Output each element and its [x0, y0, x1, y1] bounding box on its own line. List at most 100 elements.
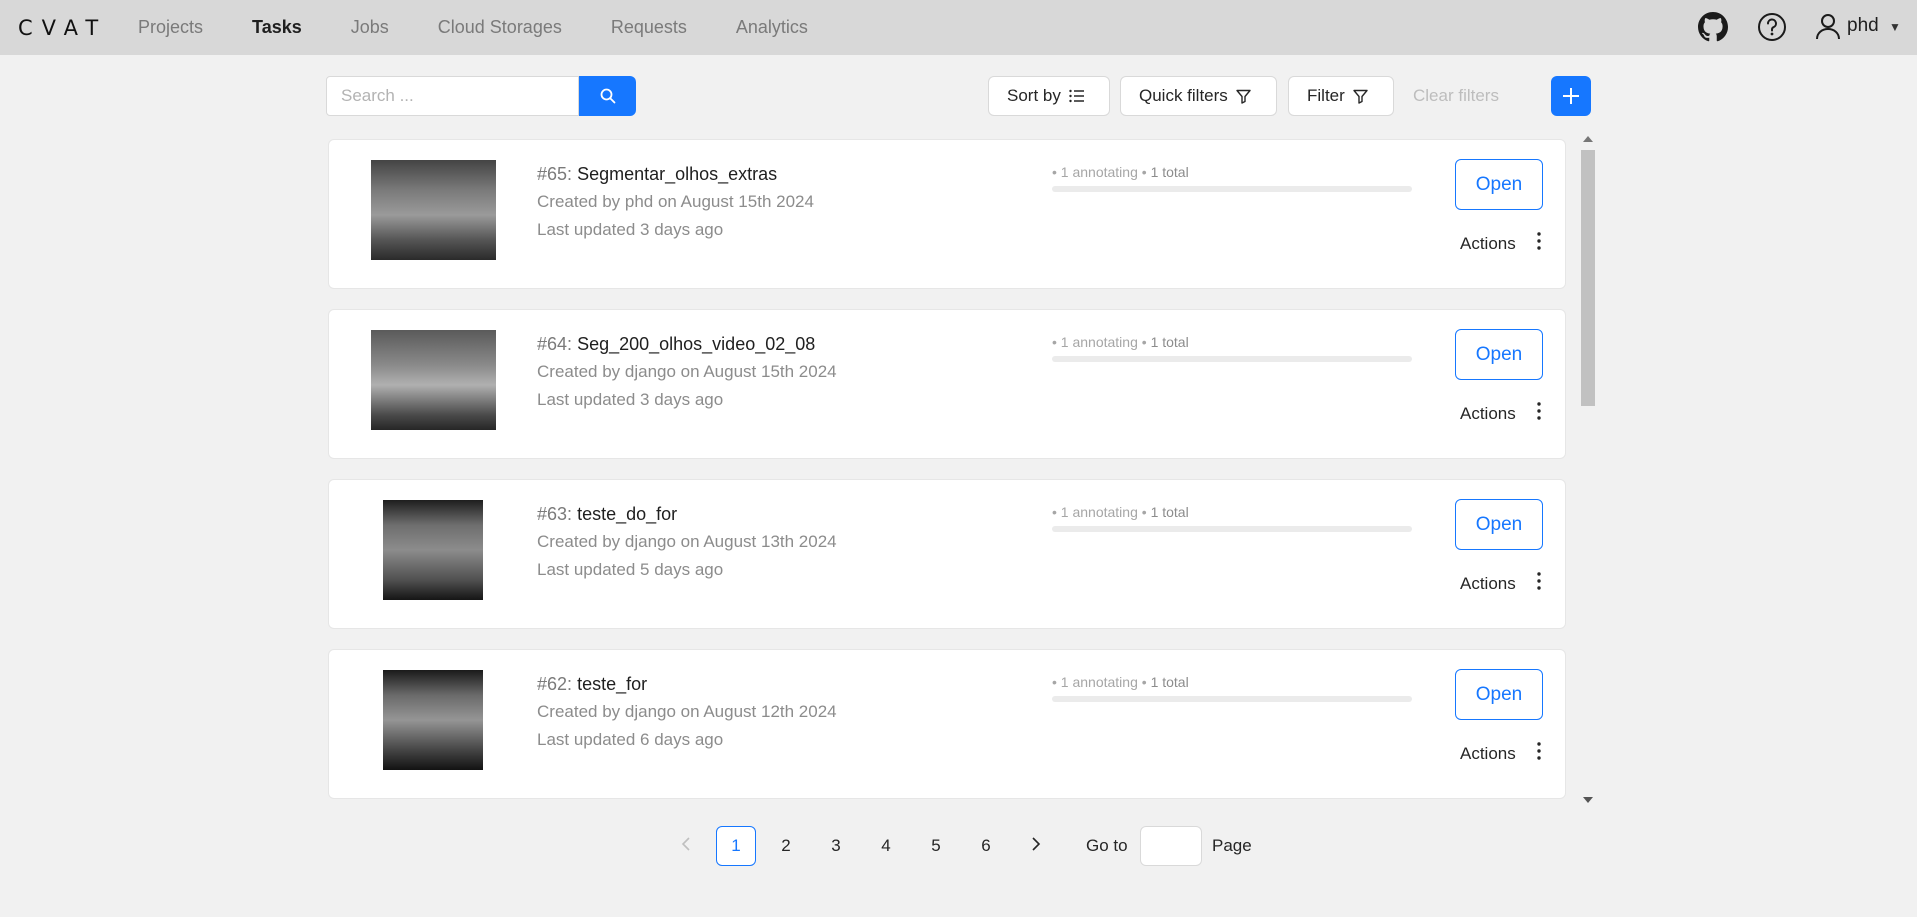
quick-filters-button[interactable]: Quick filters: [1120, 76, 1277, 116]
status-total: 1 total: [1150, 164, 1189, 180]
task-progress-bar: [1052, 526, 1412, 532]
task-card: #65: Segmentar_olhos_extras Created by p…: [328, 139, 1566, 289]
user-name[interactable]: phd: [1847, 15, 1879, 37]
github-icon[interactable]: [1698, 12, 1728, 42]
task-card: #64: Seg_200_olhos_video_02_08 Created b…: [328, 309, 1566, 459]
pagination-prev-icon[interactable]: [676, 832, 696, 856]
task-created: Created by django on August 13th 2024: [537, 532, 837, 551]
pagination-page-6[interactable]: 6: [966, 826, 1006, 866]
open-task-button[interactable]: Open: [1455, 669, 1543, 720]
task-name: teste_do_for: [577, 504, 678, 524]
task-card: #63: teste_do_for Created by django on A…: [328, 479, 1566, 629]
create-task-button[interactable]: [1551, 76, 1591, 116]
task-name: Seg_200_olhos_video_02_08: [577, 334, 816, 354]
status-annotating: 1 annotating: [1060, 334, 1138, 350]
user-icon[interactable]: [1814, 12, 1842, 42]
goto-label: Go to: [1086, 836, 1128, 855]
scrollbar-thumb[interactable]: [1581, 150, 1595, 406]
goto-page-input[interactable]: [1140, 826, 1202, 866]
task-id: #64: [537, 334, 568, 354]
sort-list-icon: [1069, 89, 1084, 103]
pagination-page-4[interactable]: 4: [866, 826, 906, 866]
task-updated: Last updated 3 days ago: [537, 390, 724, 409]
status-total: 1 total: [1150, 674, 1189, 690]
task-status: • 1 annotating • 1 total: [1052, 504, 1189, 520]
pagination-page-5[interactable]: 5: [916, 826, 956, 866]
task-title[interactable]: #62: teste_for: [537, 674, 647, 695]
task-list: #65: Segmentar_olhos_extras Created by p…: [326, 139, 1567, 799]
pagination-page-3[interactable]: 3: [816, 826, 856, 866]
filter-icon: [1236, 89, 1251, 104]
actions-button[interactable]: Actions: [1460, 744, 1516, 764]
task-card: #62: teste_for Created by django on Augu…: [328, 649, 1566, 799]
task-status: • 1 annotating • 1 total: [1052, 334, 1189, 350]
task-title[interactable]: #63: teste_do_for: [537, 504, 677, 525]
open-task-button[interactable]: Open: [1455, 499, 1543, 550]
main-nav: Projects Tasks Jobs Cloud Storages Reque…: [138, 0, 857, 55]
status-total: 1 total: [1150, 334, 1189, 350]
status-annotating: 1 annotating: [1060, 504, 1138, 520]
pagination-next-icon[interactable]: [1026, 832, 1046, 856]
task-preview-image[interactable]: [383, 670, 483, 770]
status-total: 1 total: [1150, 504, 1189, 520]
nav-cloud-storages[interactable]: Cloud Storages: [438, 17, 562, 38]
open-task-button[interactable]: Open: [1455, 159, 1543, 210]
caret-down-icon[interactable]: ▼: [1889, 20, 1901, 34]
nav-requests[interactable]: Requests: [611, 17, 687, 38]
plus-icon: [1563, 88, 1579, 104]
task-preview-image[interactable]: [371, 330, 496, 430]
sort-by-label: Sort by: [1007, 86, 1061, 105]
more-vertical-icon[interactable]: [1533, 570, 1545, 592]
actions-button[interactable]: Actions: [1460, 574, 1516, 594]
scroll-up-arrow-icon[interactable]: [1583, 136, 1593, 142]
help-icon[interactable]: [1757, 12, 1787, 42]
clear-filters-button[interactable]: Clear filters: [1413, 86, 1499, 106]
actions-button[interactable]: Actions: [1460, 234, 1516, 254]
task-name: Segmentar_olhos_extras: [577, 164, 778, 184]
task-updated: Last updated 6 days ago: [537, 730, 724, 749]
task-updated: Last updated 3 days ago: [537, 220, 724, 239]
task-progress-bar: [1052, 696, 1412, 702]
nav-jobs[interactable]: Jobs: [351, 17, 389, 38]
more-vertical-icon[interactable]: [1533, 230, 1545, 252]
more-vertical-icon[interactable]: [1533, 740, 1545, 762]
pagination-page-1[interactable]: 1: [716, 826, 756, 866]
task-name: teste_for: [577, 674, 648, 694]
task-status: • 1 annotating • 1 total: [1052, 164, 1189, 180]
task-created: Created by django on August 15th 2024: [537, 362, 837, 381]
task-preview-image[interactable]: [371, 160, 496, 260]
task-progress-bar: [1052, 186, 1412, 192]
actions-button[interactable]: Actions: [1460, 404, 1516, 424]
filter-label: Filter: [1307, 86, 1345, 105]
task-title[interactable]: #64: Seg_200_olhos_video_02_08: [537, 334, 815, 355]
page-label: Page: [1212, 836, 1252, 855]
cvat-logo[interactable]: CVAT: [18, 16, 107, 40]
search-icon: [600, 88, 615, 104]
task-created: Created by django on August 12th 2024: [537, 702, 837, 721]
status-annotating: 1 annotating: [1060, 674, 1138, 690]
nav-analytics[interactable]: Analytics: [736, 17, 808, 38]
task-created: Created by phd on August 15th 2024: [537, 192, 814, 211]
more-vertical-icon[interactable]: [1533, 400, 1545, 422]
nav-tasks[interactable]: Tasks: [252, 17, 302, 38]
search-input[interactable]: [326, 76, 579, 116]
quick-filters-label: Quick filters: [1139, 86, 1228, 105]
task-updated: Last updated 5 days ago: [537, 560, 724, 579]
task-progress-bar: [1052, 356, 1412, 362]
nav-projects[interactable]: Projects: [138, 17, 203, 38]
task-title[interactable]: #65: Segmentar_olhos_extras: [537, 164, 777, 185]
pagination-page-2[interactable]: 2: [766, 826, 806, 866]
open-task-button[interactable]: Open: [1455, 329, 1543, 380]
scroll-down-arrow-icon[interactable]: [1583, 797, 1593, 803]
search-button[interactable]: [579, 76, 636, 116]
task-id: #63: [537, 504, 568, 524]
filter-button[interactable]: Filter: [1288, 76, 1394, 116]
task-status: • 1 annotating • 1 total: [1052, 674, 1189, 690]
top-header: CVAT Projects Tasks Jobs Cloud Storages …: [0, 0, 1917, 55]
task-id: #62: [537, 674, 568, 694]
status-annotating: 1 annotating: [1060, 164, 1138, 180]
sort-by-button[interactable]: Sort by: [988, 76, 1110, 116]
filter-icon: [1353, 89, 1368, 104]
task-id: #65: [537, 164, 568, 184]
task-preview-image[interactable]: [383, 500, 483, 600]
